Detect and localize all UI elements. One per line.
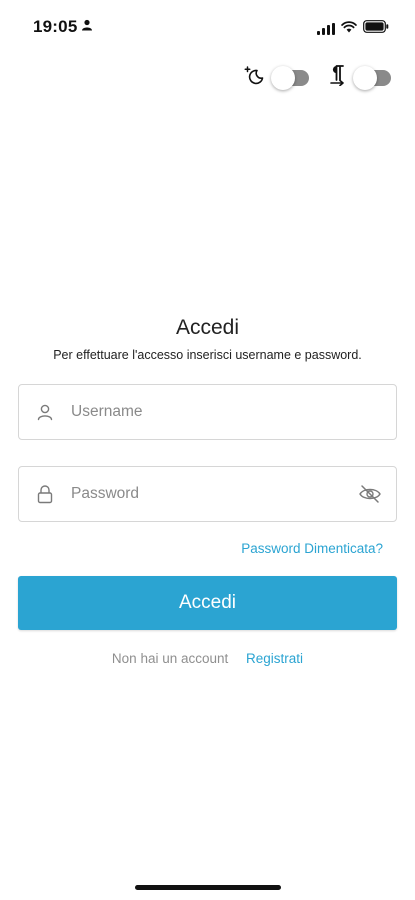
status-indicators: [317, 20, 389, 38]
status-bar: 19:05: [0, 0, 415, 56]
status-time-group: 19:05: [33, 17, 93, 37]
register-link[interactable]: Registrati: [246, 651, 303, 666]
user-icon: [35, 401, 55, 423]
register-row: Non hai un account Registrati: [0, 651, 415, 666]
battery-icon: [363, 20, 389, 38]
moon-sparkle-icon: [243, 64, 265, 91]
username-field[interactable]: [18, 384, 397, 440]
password-input[interactable]: [69, 466, 357, 522]
no-account-text: Non hai un account: [111, 651, 229, 666]
dark-mode-switch[interactable]: [271, 65, 309, 90]
password-field[interactable]: [18, 466, 397, 522]
login-button[interactable]: Accedi: [18, 576, 397, 630]
lock-icon: [35, 483, 55, 505]
signal-icon: [317, 23, 335, 35]
status-time: 19:05: [33, 17, 78, 36]
text-direction-switch-knob: [353, 65, 377, 90]
dark-mode-switch-knob: [271, 65, 295, 90]
paragraph-icon: [327, 64, 347, 91]
page-title: Accedi: [175, 316, 240, 339]
page-subtitle: Per effettuare l'accesso inserisci usern…: [53, 348, 362, 362]
person-icon: [81, 18, 93, 36]
wifi-icon: [341, 20, 357, 38]
username-input[interactable]: [69, 384, 396, 440]
dark-mode-toggle-group: [243, 64, 309, 91]
settings-toggles: [243, 64, 391, 91]
forgot-password-link[interactable]: Password Dimenticata?: [241, 541, 383, 556]
home-indicator: [135, 885, 281, 890]
text-direction-toggle-group: [327, 64, 391, 91]
eye-off-icon[interactable]: [357, 481, 383, 507]
login-heading: Accedi Per effettuare l'accesso inserisc…: [0, 316, 415, 362]
text-direction-switch[interactable]: [353, 65, 391, 90]
